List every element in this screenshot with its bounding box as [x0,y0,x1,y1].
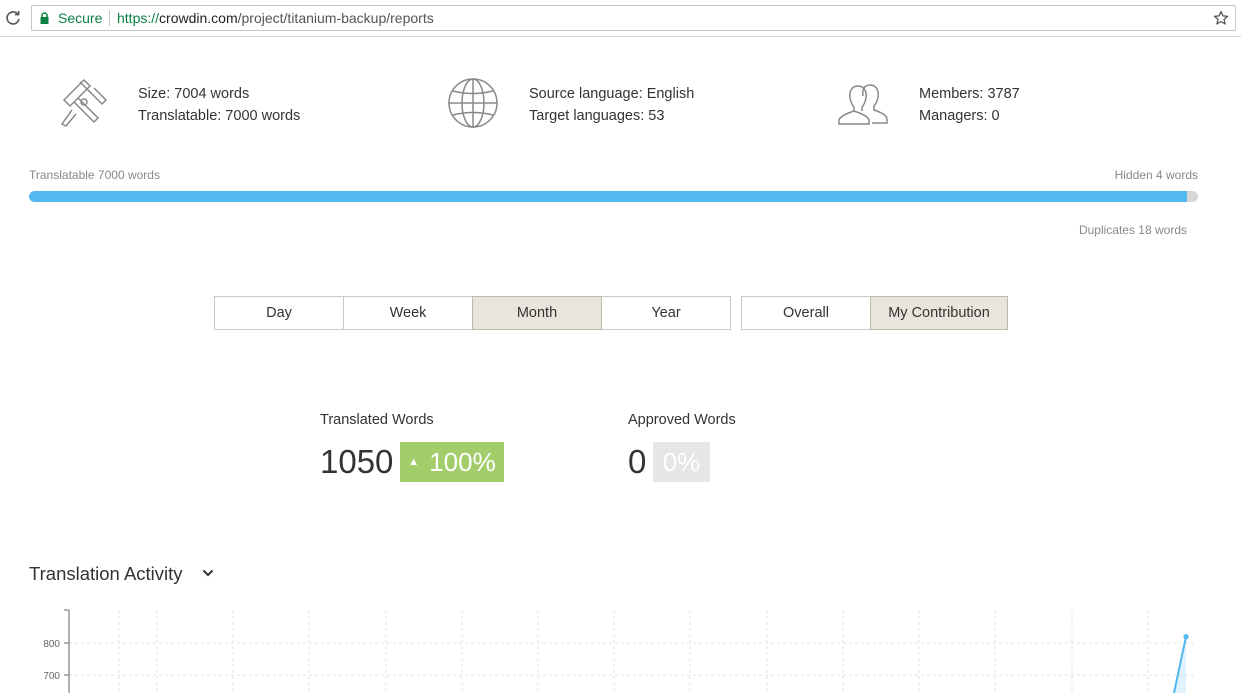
translated-change-badge: ▲ 100% [400,442,504,482]
progress-bar [29,191,1198,202]
duplicates-label: Duplicates 18 words [1078,223,1187,237]
globe-icon [448,78,498,128]
y-tick-label: 700 [43,671,60,682]
translated-words-label: Translated Words [320,412,434,428]
separator [109,10,110,26]
progress-fill [29,191,1188,202]
tab-year[interactable]: Year [601,296,731,330]
tab-day[interactable]: Day [214,296,344,330]
members-text: Members: 3787 [919,86,1020,102]
target-languages-text: Target languages: 53 [529,108,665,124]
translatable-text: Translatable: 7000 words [138,108,301,124]
translated-words-value: 1050 [320,443,394,480]
tab-my-contribution[interactable]: My Contribution [870,296,1008,330]
url-text: https://crowdin.com/project/titanium-bac… [117,10,434,26]
users-icon [838,84,888,125]
url-scheme: https:// [117,10,160,26]
section-title: Translation Activity [29,563,183,584]
translated-change-value: 100% [429,446,496,477]
period-tabs: Day Week Month Year [214,296,731,330]
url-host: crowdin.com [159,10,238,26]
url-path: /project/titanium-backup/reports [237,10,434,26]
tab-overall[interactable]: Overall [741,296,871,330]
tab-month[interactable]: Month [472,296,602,330]
url-field[interactable]: Secure https://crowdin.com/project/titan… [31,5,1236,31]
approved-words-value: 0 [628,443,647,480]
size-text: Size: 7004 words [138,86,250,102]
arrow-up-icon: ▲ [408,456,420,468]
approved-change-value: 0% [662,446,701,477]
approved-change-badge: 0% [653,442,710,482]
scope-tabs: Overall My Contribution [741,296,1008,330]
bookmark-star-icon[interactable] [1213,10,1229,26]
activity-chart: 800 700 [43,609,1195,693]
reload-icon[interactable] [5,10,21,26]
data-point[interactable] [1183,634,1189,640]
tab-week[interactable]: Week [343,296,473,330]
browser-address-bar: Secure https://crowdin.com/project/titan… [0,0,1241,37]
translatable-label: Translatable 7000 words [29,168,160,182]
caliper-icon [60,78,108,127]
source-language-text: Source language: English [529,86,695,102]
secure-label: Secure [58,10,103,26]
approved-words-label: Approved Words [628,412,736,428]
hidden-label: Hidden 4 words [1114,168,1198,182]
y-tick-label: 800 [43,639,60,650]
managers-text: Managers: 0 [919,108,1000,124]
lock-icon [40,12,49,24]
chevron-down-icon[interactable] [202,567,214,579]
